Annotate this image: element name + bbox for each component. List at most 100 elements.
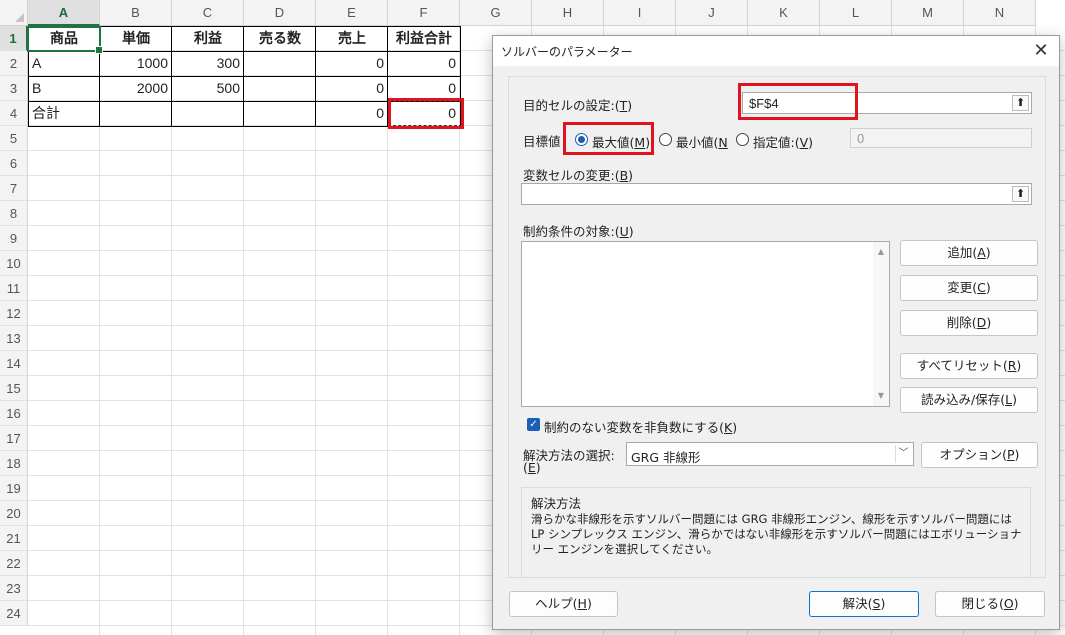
add-button[interactable]: 追加(A)	[900, 240, 1038, 266]
row-header[interactable]: 12	[0, 301, 28, 326]
column-header[interactable]: A	[28, 0, 100, 26]
column-header[interactable]: B	[100, 0, 172, 26]
row-header[interactable]: 21	[0, 526, 28, 551]
nonneg-label[interactable]: 制約のない変数を非負数にする(K)	[544, 417, 737, 436]
column-header[interactable]: I	[604, 0, 676, 26]
highlight-box-f4	[388, 98, 464, 129]
paren: )	[880, 596, 886, 611]
close-icon[interactable]: ✕	[1029, 39, 1053, 63]
column-header[interactable]: M	[892, 0, 964, 26]
column-header[interactable]: H	[532, 0, 604, 26]
column-header[interactable]: C	[172, 0, 244, 26]
row-header[interactable]: 9	[0, 226, 28, 251]
solve-button[interactable]: 解決(S)	[809, 591, 919, 617]
row-header[interactable]: 5	[0, 126, 28, 151]
variables-accesskey: B	[619, 168, 629, 183]
value-of-value: 0	[857, 131, 865, 146]
nonneg-checkbox[interactable]: ✓	[527, 418, 540, 431]
close-accesskey: O	[1003, 596, 1014, 611]
radio-min[interactable]	[659, 133, 672, 146]
column-header[interactable]: N	[964, 0, 1036, 26]
column-header[interactable]: G	[460, 0, 532, 26]
row-header[interactable]: 24	[0, 601, 28, 626]
row-header[interactable]: 7	[0, 176, 28, 201]
row-header[interactable]: 4	[0, 101, 28, 126]
paren: )	[535, 460, 541, 475]
active-cell-selection	[27, 26, 103, 54]
close-button[interactable]: 閉じる(O)	[935, 591, 1045, 617]
paren: )	[1012, 392, 1017, 407]
method-select[interactable]: GRG 非線形 ﹀	[626, 442, 914, 466]
column-header[interactable]: D	[244, 0, 316, 26]
column-header[interactable]: E	[316, 0, 388, 26]
column-header[interactable]: L	[820, 0, 892, 26]
row-header[interactable]: 3	[0, 76, 28, 101]
paren: )	[628, 224, 634, 239]
value-of-input[interactable]: 0	[850, 128, 1032, 148]
row-header[interactable]: 19	[0, 476, 28, 501]
help-button[interactable]: ヘルプ(H)	[509, 591, 618, 617]
column-header[interactable]: K	[748, 0, 820, 26]
load-save-button[interactable]: 読み込み/保存(L)	[900, 387, 1038, 413]
target-label: 目標値	[523, 134, 561, 149]
radio-value-label[interactable]: 指定値:(V)	[753, 132, 813, 151]
method-accesskey: E	[527, 460, 536, 475]
paren: )	[985, 280, 991, 295]
help-text: ヘルプ(	[535, 596, 578, 611]
scroll-up-icon[interactable]: ▲	[873, 244, 889, 260]
delete-button[interactable]: 削除(D)	[900, 310, 1038, 336]
row-header[interactable]: 11	[0, 276, 28, 301]
description-title: 解決方法	[531, 496, 582, 511]
row-header[interactable]: 23	[0, 576, 28, 601]
method-accesskey-label: (E)	[523, 460, 541, 475]
row-header[interactable]: 14	[0, 351, 28, 376]
radio-max-text: 最大値(	[592, 135, 635, 150]
column-header[interactable]: J	[676, 0, 748, 26]
constraints-scrollbar[interactable]: ▲ ▼	[873, 242, 889, 406]
radio-min-label[interactable]: 最小値(N	[676, 132, 728, 151]
radio-max[interactable]	[575, 133, 588, 146]
row-header[interactable]: 16	[0, 401, 28, 426]
row-header[interactable]: 15	[0, 376, 28, 401]
row-header[interactable]: 10	[0, 251, 28, 276]
row-header[interactable]: 20	[0, 501, 28, 526]
radio-max-label[interactable]: 最大値(M)	[592, 132, 650, 151]
chevron-down-icon[interactable]: ﹀	[895, 445, 911, 463]
row-header[interactable]: 22	[0, 551, 28, 576]
help-accesskey: H	[577, 596, 587, 611]
row-header[interactable]: 1	[0, 26, 28, 51]
options-text: オプション(	[939, 447, 1007, 462]
radio-value-accesskey: V	[799, 135, 809, 150]
paren: )	[627, 98, 633, 113]
options-button[interactable]: オプション(P)	[921, 442, 1038, 468]
description-text: 滑らかな非線形を示すソルバー問題には GRG 非線形エンジン、線形を示すソルバー…	[531, 512, 1022, 556]
row-header[interactable]: 17	[0, 426, 28, 451]
radio-value[interactable]	[736, 133, 749, 146]
paren: )	[732, 420, 738, 435]
select-all-corner[interactable]	[0, 0, 28, 26]
reset-all-button[interactable]: すべてリセット(R)	[900, 353, 1038, 379]
variables-input[interactable]: ⬆	[521, 183, 1032, 205]
constraints-list[interactable]: ▲ ▼	[521, 241, 890, 407]
dialog-titlebar: ソルバーのパラメーター ✕	[493, 36, 1059, 66]
method-value: GRG 非線形	[631, 450, 701, 465]
paren: )	[1014, 447, 1020, 462]
change-button[interactable]: 変更(C)	[900, 275, 1038, 301]
method-description-box: 解決方法 滑らかな非線形を示すソルバー問題には GRG 非線形エンジン、線形を示…	[521, 487, 1031, 578]
row-header[interactable]: 18	[0, 451, 28, 476]
row-header[interactable]: 13	[0, 326, 28, 351]
load-text: 読み込み/保存(	[921, 392, 1006, 407]
scroll-down-icon[interactable]: ▼	[873, 388, 889, 404]
highlight-box-objective	[738, 83, 858, 120]
collapse-ref-icon[interactable]: ⬆	[1012, 95, 1029, 111]
column-header[interactable]: F	[388, 0, 460, 26]
options-accesskey: P	[1006, 447, 1015, 462]
collapse-ref-icon[interactable]: ⬆	[1012, 186, 1029, 202]
row-header[interactable]: 6	[0, 151, 28, 176]
change-accesskey: C	[977, 280, 986, 295]
paren: )	[1016, 358, 1022, 373]
change-text: 変更(	[947, 280, 978, 295]
paren: )	[628, 168, 634, 183]
row-header[interactable]: 8	[0, 201, 28, 226]
row-header[interactable]: 2	[0, 51, 28, 76]
